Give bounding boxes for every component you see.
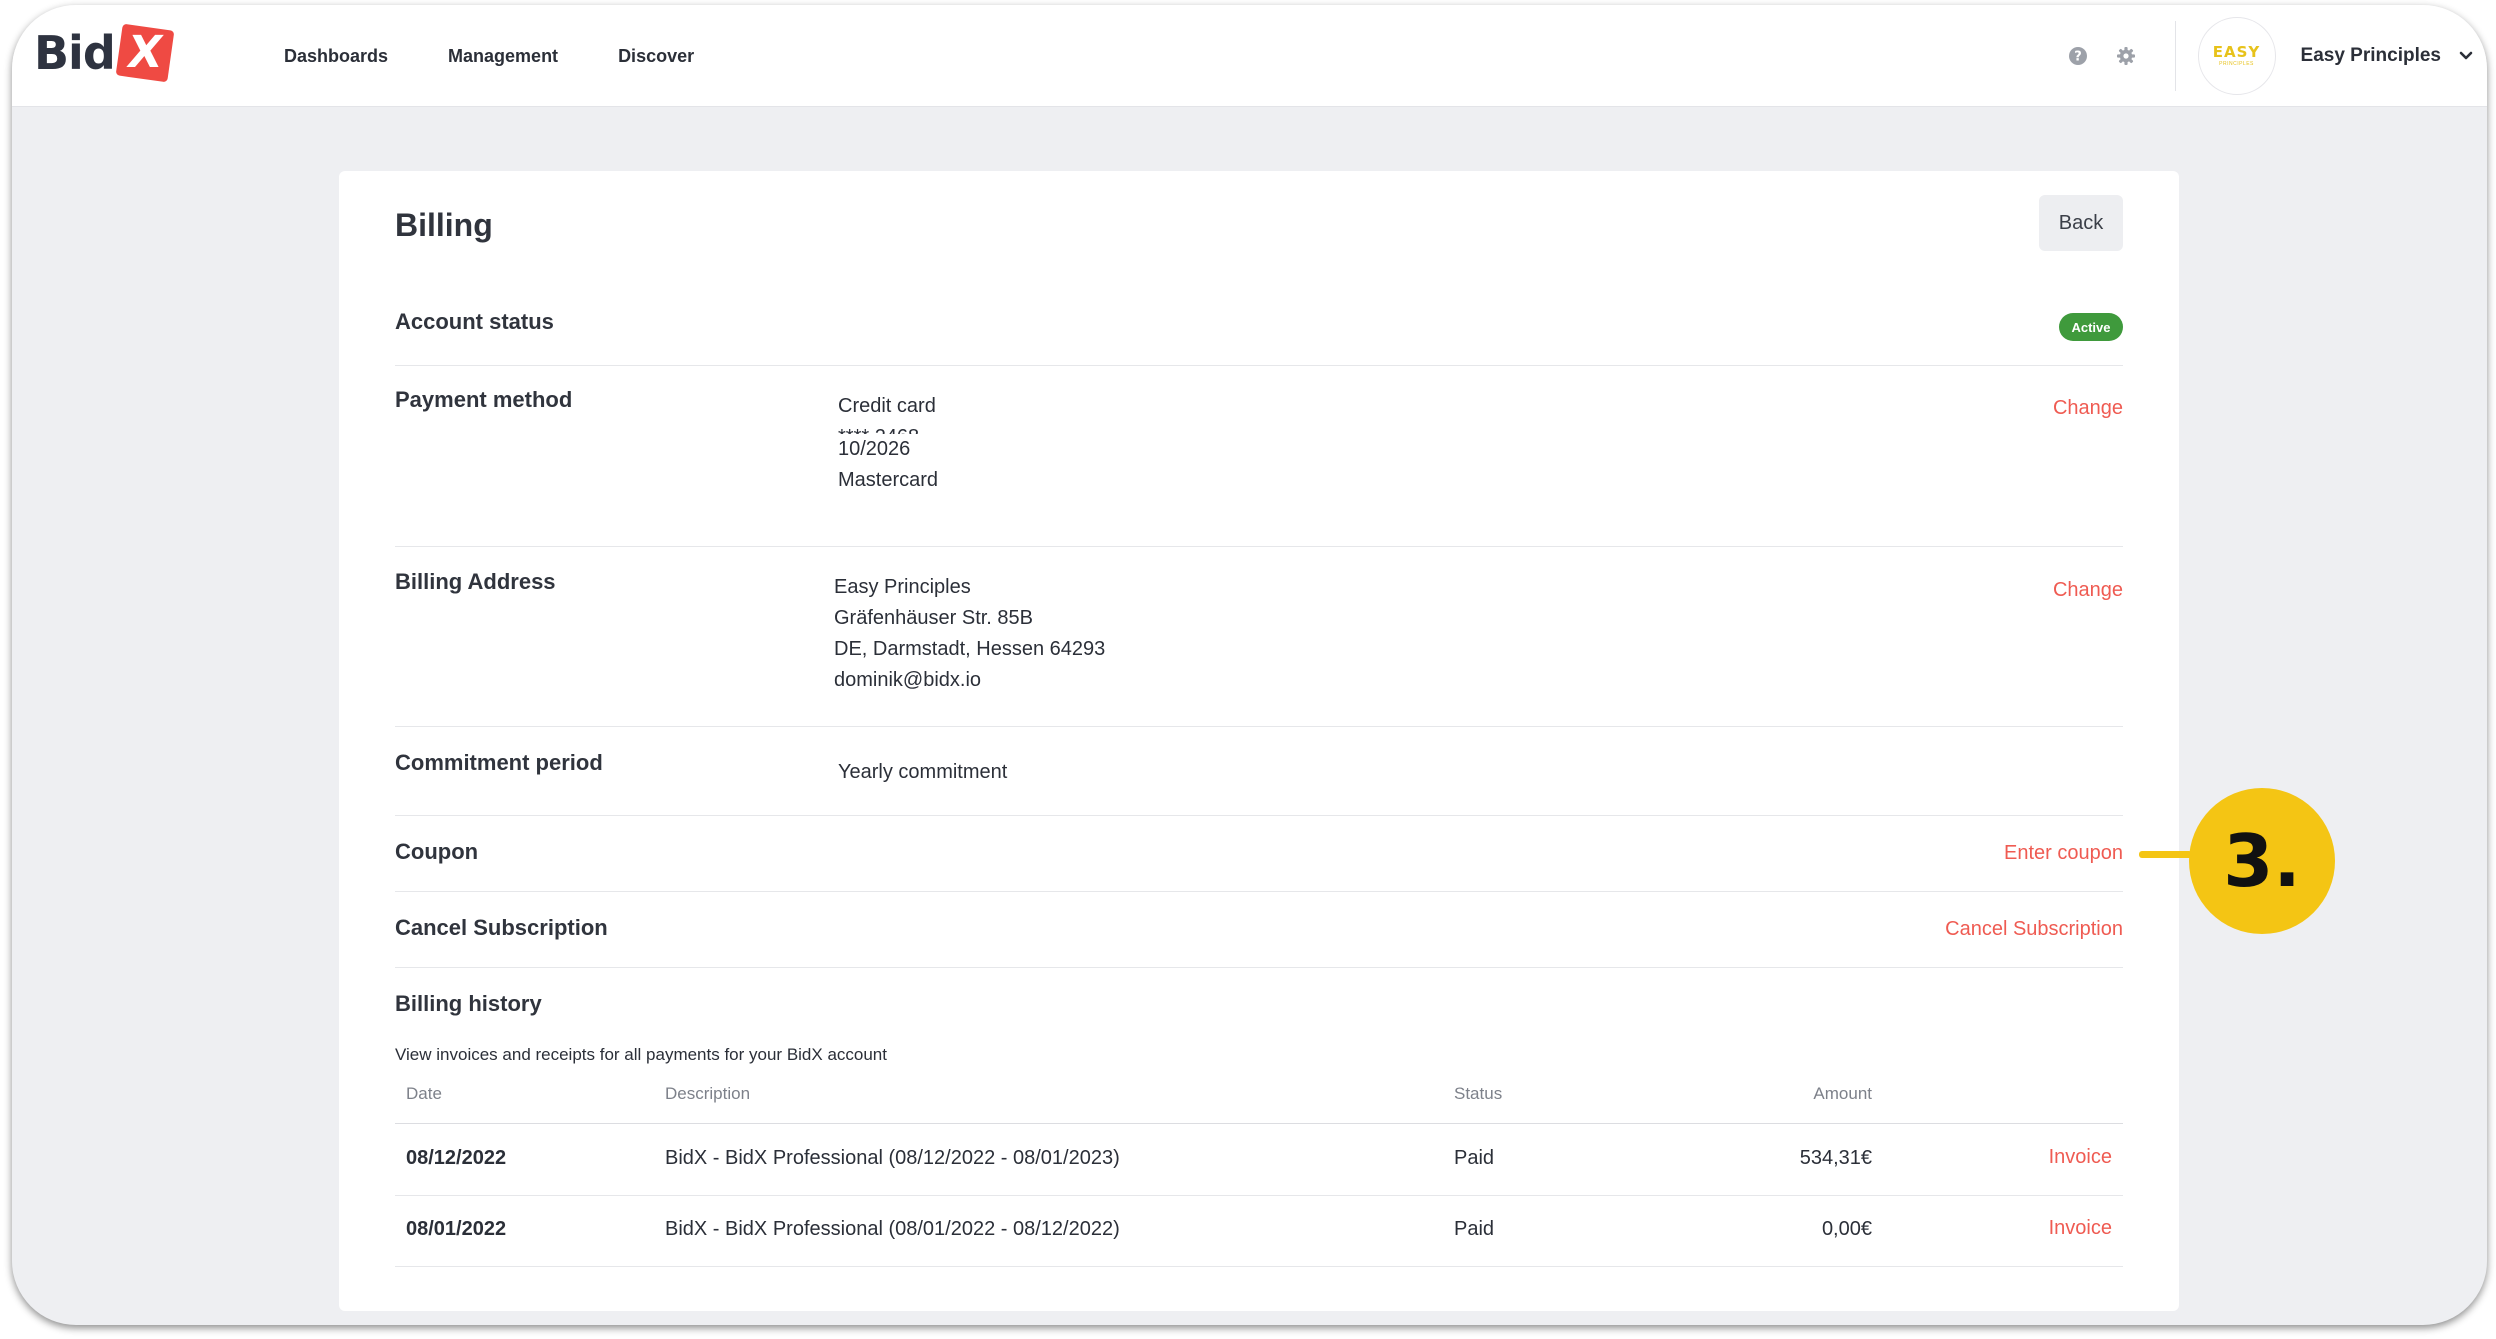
app-window: Bid X Dashboards Management Discover ? E… bbox=[12, 5, 2487, 1325]
page-title: Billing bbox=[395, 207, 493, 243]
nav-discover[interactable]: Discover bbox=[618, 46, 694, 67]
step-callout: 3. bbox=[2189, 788, 2335, 934]
main-nav: Dashboards Management Discover bbox=[284, 5, 754, 107]
bidx-logo[interactable]: Bid X bbox=[34, 23, 175, 83]
nav-dashboards[interactable]: Dashboards bbox=[284, 46, 388, 67]
table-header-divider bbox=[395, 1123, 2123, 1124]
divider bbox=[395, 546, 2123, 547]
divider bbox=[395, 1195, 2123, 1196]
logo-text: Bid bbox=[34, 26, 116, 80]
top-navbar: Bid X Dashboards Management Discover ? E… bbox=[12, 5, 2487, 107]
change-address-link[interactable]: Change bbox=[2053, 579, 2123, 602]
change-payment-link[interactable]: Change bbox=[2053, 397, 2123, 420]
address-street: Gräfenhäuser Str. 85B bbox=[834, 607, 1034, 629]
help-circle-icon[interactable]: ? bbox=[2067, 45, 2089, 67]
column-header-status: Status bbox=[1454, 1084, 1503, 1103]
row-amount: 534,31€ bbox=[1799, 1147, 1872, 1169]
cancel-subscription-link[interactable]: Cancel Subscription bbox=[1945, 918, 2123, 941]
status-badge: Active bbox=[2059, 313, 2123, 341]
billing-address-label: Billing Address bbox=[395, 569, 556, 594]
divider bbox=[395, 365, 2123, 366]
row-status: Paid bbox=[1454, 1147, 1495, 1169]
row-description: BidX - BidX Professional (08/12/2022 - 0… bbox=[665, 1147, 1120, 1169]
commitment-period-value: Yearly commitment bbox=[838, 761, 1008, 783]
column-header-date: Date bbox=[406, 1084, 442, 1103]
callout-connector bbox=[2139, 851, 2192, 858]
back-button[interactable]: Back bbox=[2039, 195, 2123, 251]
coupon-label: Coupon bbox=[395, 839, 479, 864]
address-email: dominik@bidx.io bbox=[834, 669, 982, 691]
nav-divider bbox=[2174, 21, 2176, 91]
enter-coupon-link[interactable]: Enter coupon bbox=[2004, 842, 2123, 865]
column-header-description: Description bbox=[665, 1084, 751, 1103]
billing-card: Billing Back Account status Active Payme… bbox=[339, 171, 2179, 1311]
row-status: Paid bbox=[1454, 1218, 1495, 1240]
divider bbox=[395, 967, 2123, 968]
card-number: **** 2468 bbox=[838, 422, 938, 434]
account-status-label: Account status bbox=[395, 309, 554, 334]
payment-method-label: Payment method bbox=[395, 387, 573, 412]
divider bbox=[395, 1266, 2123, 1267]
row-description: BidX - BidX Professional (08/01/2022 - 0… bbox=[665, 1218, 1120, 1240]
row-date: 08/01/2022 bbox=[406, 1218, 507, 1240]
column-header-amount: Amount bbox=[1813, 1084, 1872, 1103]
billing-history-label: Billing history bbox=[395, 991, 542, 1016]
card-expiry: 10/2026 bbox=[838, 438, 911, 460]
divider bbox=[395, 815, 2123, 816]
avatar[interactable]: EASY PRINCIPLES bbox=[2197, 17, 2276, 95]
avatar-logo-text: EASY bbox=[2212, 43, 2261, 61]
cancel-subscription-label: Cancel Subscription bbox=[395, 915, 608, 940]
invoice-link[interactable]: Invoice bbox=[2049, 1146, 2112, 1169]
chevron-down-icon[interactable] bbox=[2459, 51, 2473, 61]
nav-management[interactable]: Management bbox=[448, 46, 558, 67]
divider bbox=[395, 726, 2123, 727]
commitment-period-label: Commitment period bbox=[395, 750, 603, 775]
logo-mark: X bbox=[115, 23, 175, 83]
nav-user-area: ? EASY PRINCIPLES Easy Principles bbox=[2067, 5, 2487, 107]
gear-icon[interactable] bbox=[2115, 45, 2137, 67]
divider bbox=[395, 891, 2123, 892]
svg-text:?: ? bbox=[2074, 50, 2082, 65]
card-brand: Mastercard bbox=[838, 469, 939, 491]
row-date: 08/12/2022 bbox=[406, 1147, 507, 1169]
user-name[interactable]: Easy Principles bbox=[2301, 45, 2441, 67]
payment-method-details: Credit card **** 2468 10/2026 Mastercard bbox=[838, 391, 938, 496]
payment-type: Credit card bbox=[838, 395, 936, 417]
billing-address-details: Easy Principles Gräfenhäuser Str. 85B DE… bbox=[834, 572, 1105, 696]
avatar-logo-subtext: PRINCIPLES bbox=[2219, 61, 2254, 67]
invoice-link[interactable]: Invoice bbox=[2049, 1217, 2112, 1240]
row-amount: 0,00€ bbox=[1821, 1218, 1872, 1240]
address-city: DE, Darmstadt, Hessen 64293 bbox=[834, 638, 1106, 660]
address-company: Easy Principles bbox=[834, 576, 971, 598]
billing-history-subtitle: View invoices and receipts for all payme… bbox=[395, 1045, 887, 1064]
